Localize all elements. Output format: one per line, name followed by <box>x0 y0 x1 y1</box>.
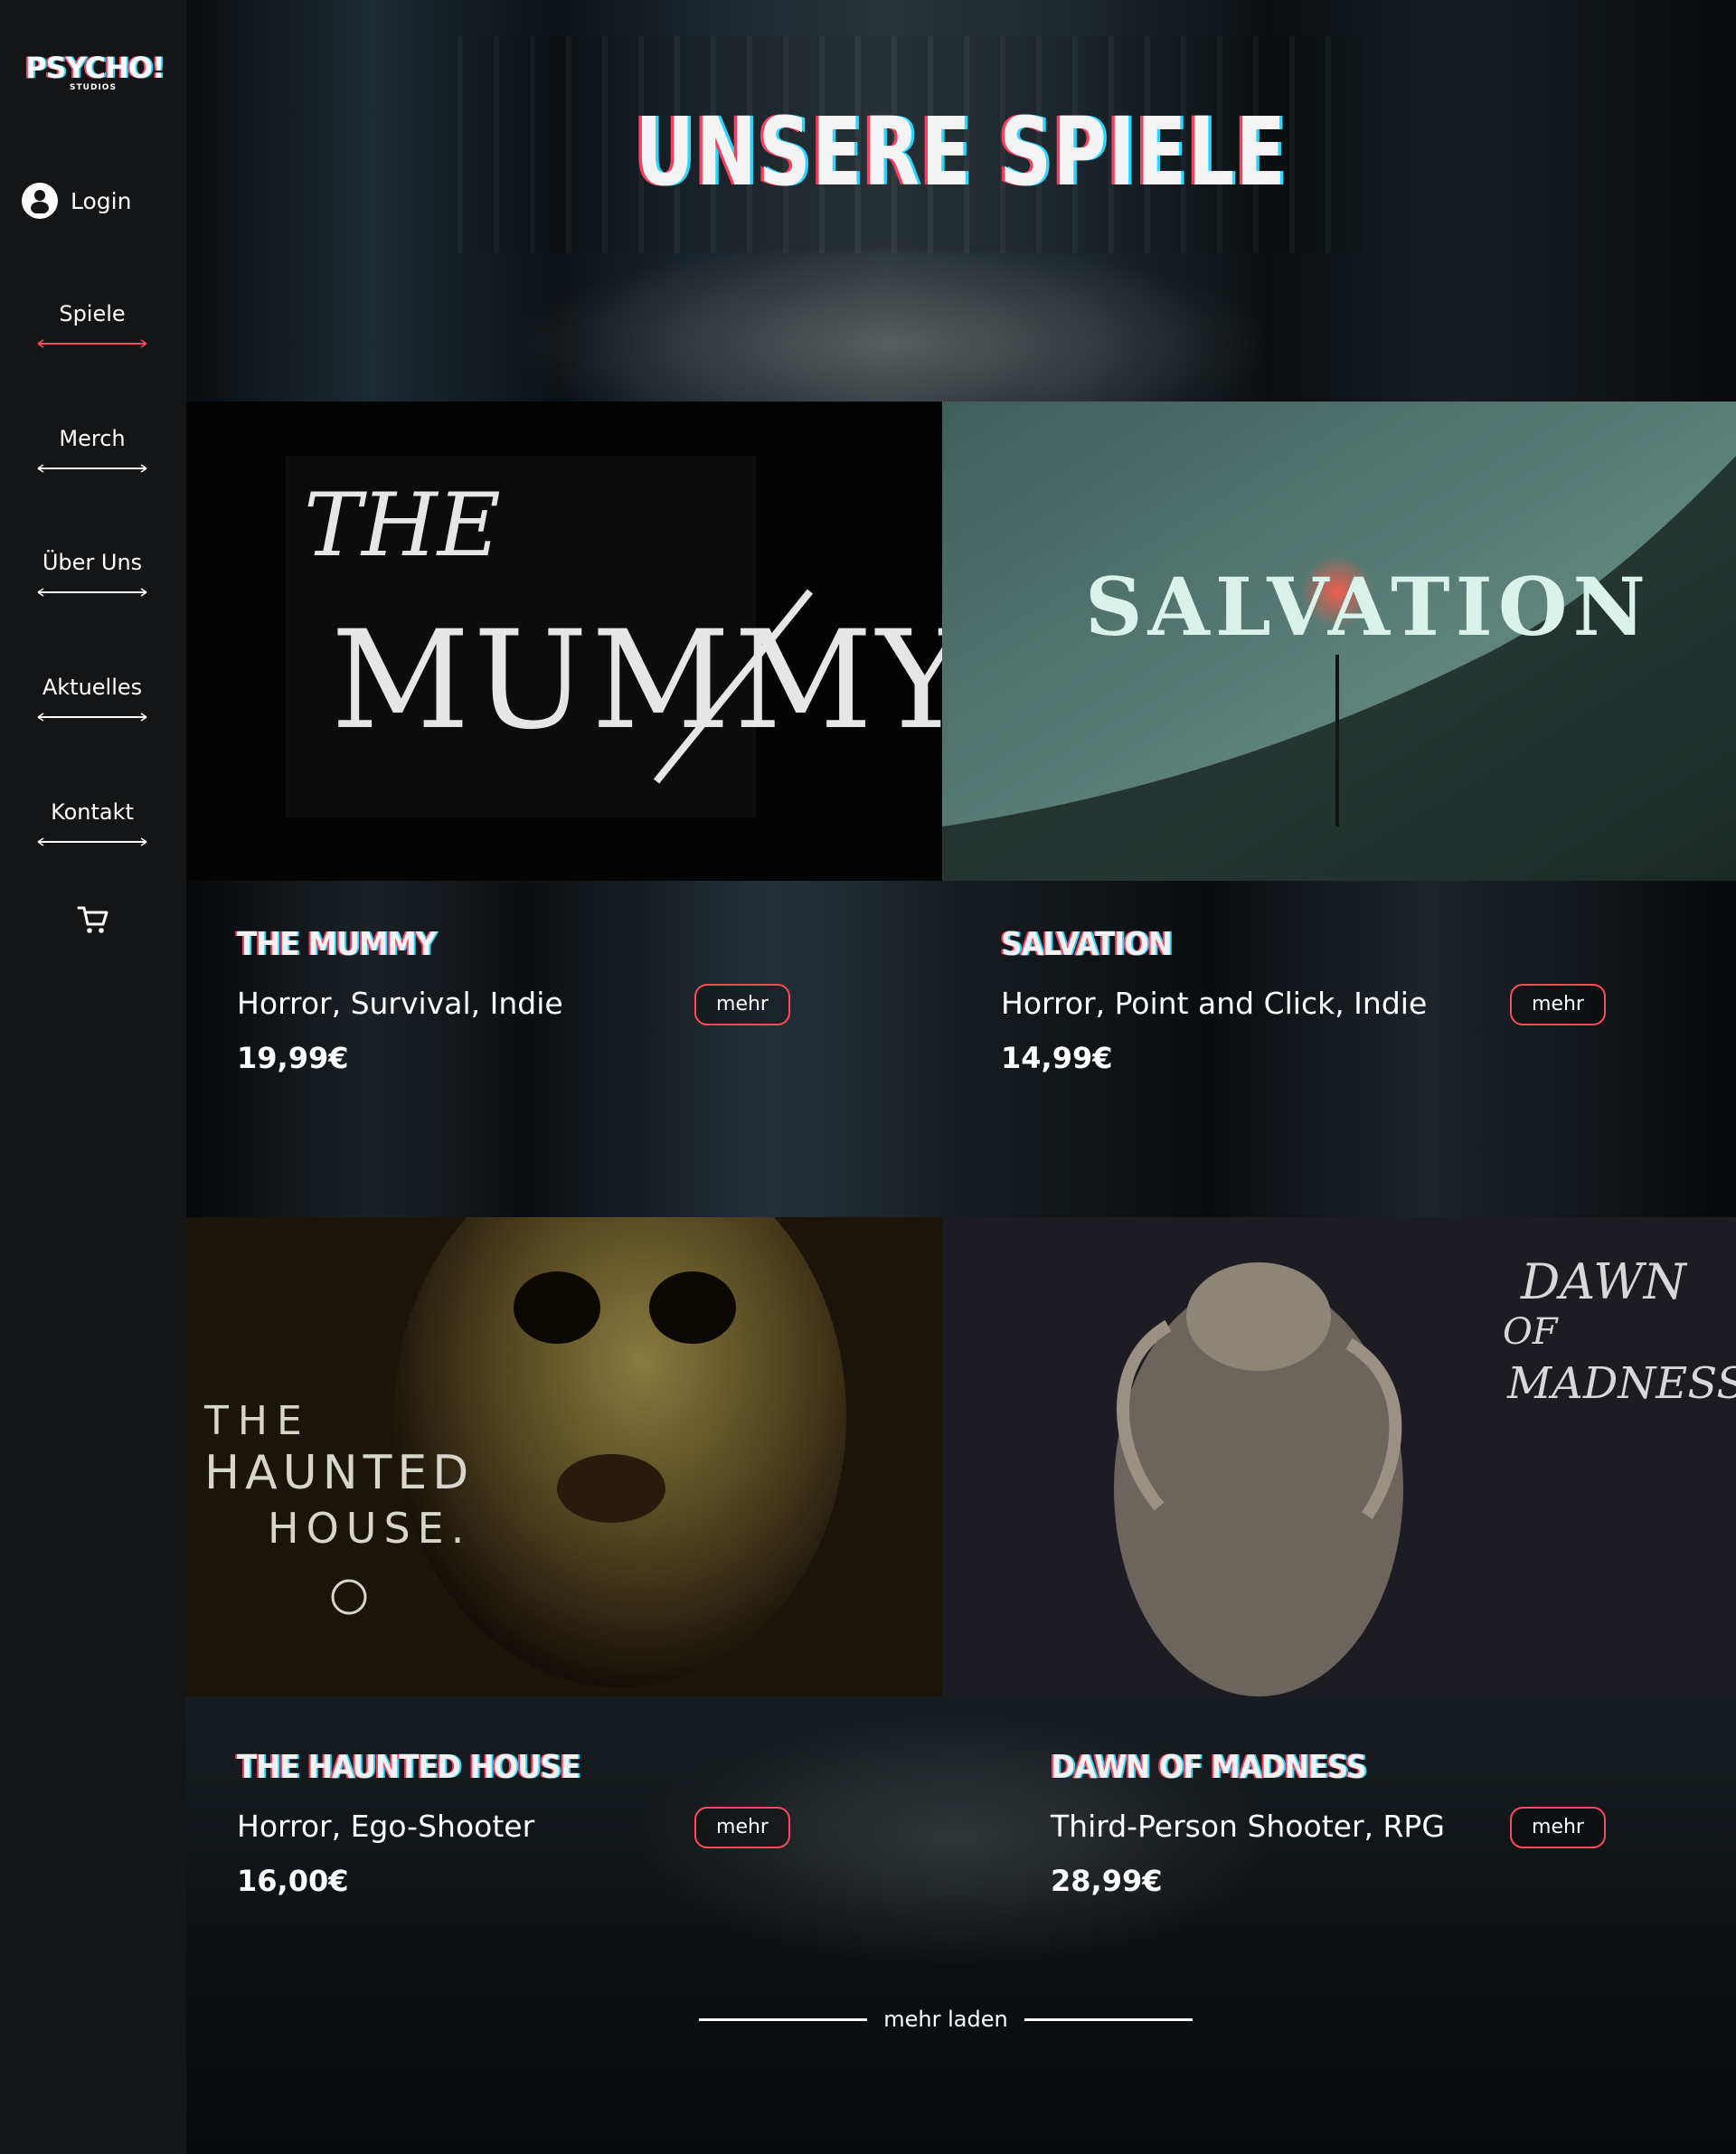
nav-label: Merch <box>59 426 126 451</box>
cover-art-text: DAWN <box>1520 1253 1688 1310</box>
cover-art-text: THE <box>203 1398 311 1444</box>
cover-art-text: OF <box>1503 1311 1559 1353</box>
game-genre: Third-Person Shooter, RPG <box>1051 1809 1445 1844</box>
nav-underline <box>37 588 147 597</box>
cover-art-text: HOUSE. <box>268 1504 471 1553</box>
cover-art-text: MUMMY <box>331 602 942 760</box>
nav-underline <box>37 837 147 846</box>
nav-underline-active <box>37 339 147 348</box>
user-icon <box>22 183 58 219</box>
game-title: SALVATION <box>1001 926 1173 963</box>
nav-label: Spiele <box>59 301 126 326</box>
brand-logo[interactable]: PSYCHO! STUDIOS <box>25 51 165 92</box>
page-title: UNSERE SPIELE <box>635 97 1288 207</box>
nav-item-kontakt[interactable]: Kontakt <box>36 798 148 847</box>
load-more-button[interactable]: mehr laden <box>693 2006 1199 2033</box>
game-title: DAWN OF MADNESS <box>1051 1749 1367 1786</box>
nav-label: Kontakt <box>51 799 134 825</box>
cover-art-text: MADNESS <box>1506 1358 1736 1409</box>
game-price: 19,99€ <box>237 1041 349 1075</box>
game-cover-salvation[interactable]: SALVATION <box>942 402 1736 881</box>
cover-art-text: SALVATION <box>1085 560 1651 654</box>
sidebar: PSYCHO! STUDIOS Login Spiele Merch Über … <box>0 0 187 2154</box>
more-button[interactable]: mehr <box>694 984 790 1025</box>
nav-item-aktuelles[interactable]: Aktuelles <box>36 674 148 723</box>
brand-name: PSYCHO! <box>25 51 165 85</box>
game-genre: Horror, Point and Click, Indie <box>1001 986 1428 1021</box>
nav-label: Über Uns <box>42 550 143 575</box>
game-price: 16,00€ <box>237 1864 349 1898</box>
login-link[interactable]: Login <box>22 183 131 219</box>
game-cover-dawn-of-madness[interactable]: DAWN OF MADNESS <box>942 1217 1736 1696</box>
more-button[interactable]: mehr <box>1510 984 1606 1025</box>
nav-underline <box>37 713 147 722</box>
nav-underline <box>37 464 147 473</box>
nav-label: Aktuelles <box>42 675 143 700</box>
login-label: Login <box>71 187 132 214</box>
more-button[interactable]: mehr <box>1510 1807 1606 1848</box>
nav-item-ueber-uns[interactable]: Über Uns <box>36 549 148 598</box>
game-price: 14,99€ <box>1001 1041 1113 1075</box>
main-content: UNSERE SPIELE THE MUMMY SALVATION THE MU… <box>186 0 1736 2154</box>
game-cover-the-haunted-house[interactable]: THE HAUNTED HOUSE. <box>186 1217 942 1696</box>
nav-item-spiele[interactable]: Spiele <box>36 300 148 349</box>
game-title: THE HAUNTED HOUSE <box>237 1749 580 1786</box>
cover-art-text: HAUNTED <box>204 1446 474 1500</box>
cover-art-text: THE <box>304 475 501 576</box>
load-more-label: mehr laden <box>883 2007 1008 2032</box>
more-button[interactable]: mehr <box>694 1807 790 1848</box>
game-title: THE MUMMY <box>237 926 437 963</box>
nav-item-merch[interactable]: Merch <box>36 425 148 474</box>
hero-banner: UNSERE SPIELE <box>186 0 1736 402</box>
divider-line <box>1024 2017 1193 2021</box>
divider-line <box>699 2017 868 2021</box>
game-genre: Horror, Ego-Shooter <box>237 1809 535 1844</box>
game-genre: Horror, Survival, Indie <box>237 986 563 1021</box>
game-price: 28,99€ <box>1051 1864 1163 1898</box>
cart-icon[interactable] <box>76 902 110 937</box>
game-cover-the-mummy[interactable]: THE MUMMY <box>186 402 942 881</box>
